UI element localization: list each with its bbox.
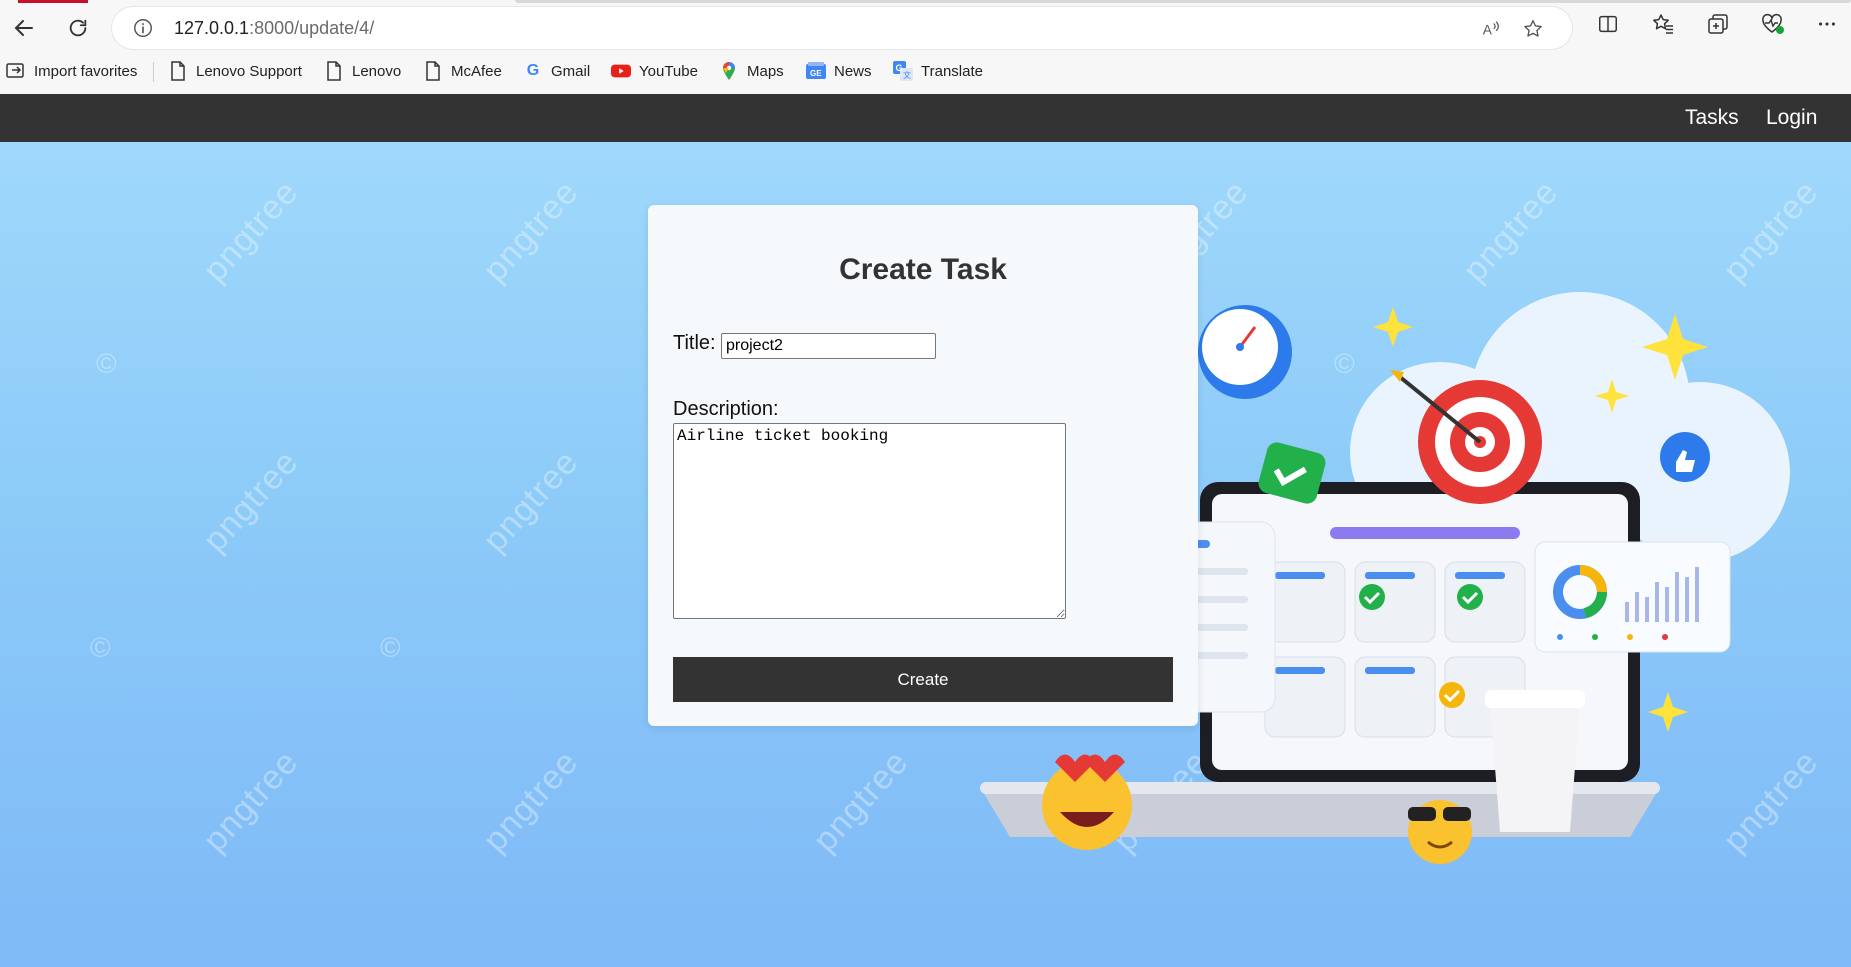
back-icon[interactable]: [4, 8, 44, 48]
page-icon: [324, 61, 344, 81]
fav-maps[interactable]: Maps: [719, 60, 784, 82]
clock-icon: [1198, 305, 1292, 399]
fav-label: Import favorites: [34, 62, 138, 80]
svg-text:G: G: [896, 63, 903, 73]
fav-label: Translate: [921, 62, 983, 80]
fav-label: McAfee: [451, 62, 502, 80]
more-icon[interactable]: [1812, 9, 1842, 39]
browser-toolbar: 127.0.0.1:8000/update/4/ A Import favori…: [0, 0, 1851, 95]
info-icon[interactable]: [132, 17, 154, 39]
maps-icon: [719, 61, 739, 81]
fav-import-favorites[interactable]: Import favorites: [6, 60, 137, 82]
url-path: :8000/update/4/: [249, 18, 375, 38]
fav-gmail[interactable]: G Gmail: [523, 60, 590, 82]
google-icon: G: [526, 62, 540, 79]
translate-icon: G文: [893, 61, 913, 81]
fav-label: Gmail: [551, 62, 591, 80]
performance-icon[interactable]: [1758, 9, 1788, 39]
fav-label: News: [834, 62, 872, 80]
fav-mcafee[interactable]: McAfee: [423, 60, 502, 82]
url-text[interactable]: 127.0.0.1:8000/update/4/: [174, 18, 374, 39]
nav-tasks-link[interactable]: Tasks: [1685, 106, 1739, 130]
fav-label: YouTube: [639, 62, 698, 80]
split-screen-icon[interactable]: [1593, 9, 1623, 39]
fav-label: Maps: [747, 62, 784, 80]
title-label: Title:: [673, 332, 716, 354]
form-heading: Create Task: [839, 253, 1007, 286]
url-host: 127.0.0.1: [174, 18, 250, 38]
title-input[interactable]: [721, 333, 936, 359]
coffee-cup-icon: [1485, 690, 1585, 832]
description-label: Description:: [673, 398, 779, 420]
nav-login-link[interactable]: Login: [1766, 106, 1817, 130]
page-icon: [168, 61, 188, 81]
right-chart-panel: [1534, 541, 1731, 653]
svg-text:A: A: [1483, 23, 1493, 38]
thumbs-up-icon: [1660, 432, 1710, 482]
create-button[interactable]: Create: [673, 657, 1173, 702]
news-icon: GE: [806, 61, 826, 81]
collections-icon[interactable]: [1703, 9, 1733, 39]
read-aloud-icon[interactable]: A: [1478, 16, 1504, 42]
youtube-icon: [611, 61, 631, 81]
import-icon: [6, 61, 26, 81]
fav-label: Lenovo: [352, 62, 402, 80]
fav-youtube[interactable]: YouTube: [611, 60, 698, 82]
refresh-icon[interactable]: [58, 8, 98, 48]
favorites-separator: [153, 62, 154, 82]
tab-strip: [515, 0, 1851, 3]
address-bar[interactable]: 127.0.0.1:8000/update/4/ A: [112, 7, 1572, 49]
star-icon[interactable]: [1520, 16, 1546, 42]
description-textarea[interactable]: Airline ticket booking: [673, 423, 1066, 619]
favorites-icon[interactable]: [1648, 9, 1678, 39]
svg-text:GE: GE: [810, 69, 822, 78]
fav-news[interactable]: GE News: [806, 60, 872, 82]
heart-eyes-emoji-icon: [1042, 754, 1132, 850]
fav-lenovo[interactable]: Lenovo: [324, 60, 401, 82]
active-tab-indicator: [18, 0, 88, 3]
page-icon: [423, 61, 443, 81]
fav-translate[interactable]: G文 Translate: [893, 60, 983, 82]
fav-label: Lenovo Support: [196, 62, 302, 80]
create-task-card: Create Task Title: Description: Airline …: [648, 205, 1198, 726]
svg-text:文: 文: [903, 70, 911, 80]
sunglasses-emoji-icon: [1408, 800, 1472, 864]
app-navbar: Tasks Login: [0, 94, 1851, 142]
fav-lenovo-support[interactable]: Lenovo Support: [168, 60, 302, 82]
